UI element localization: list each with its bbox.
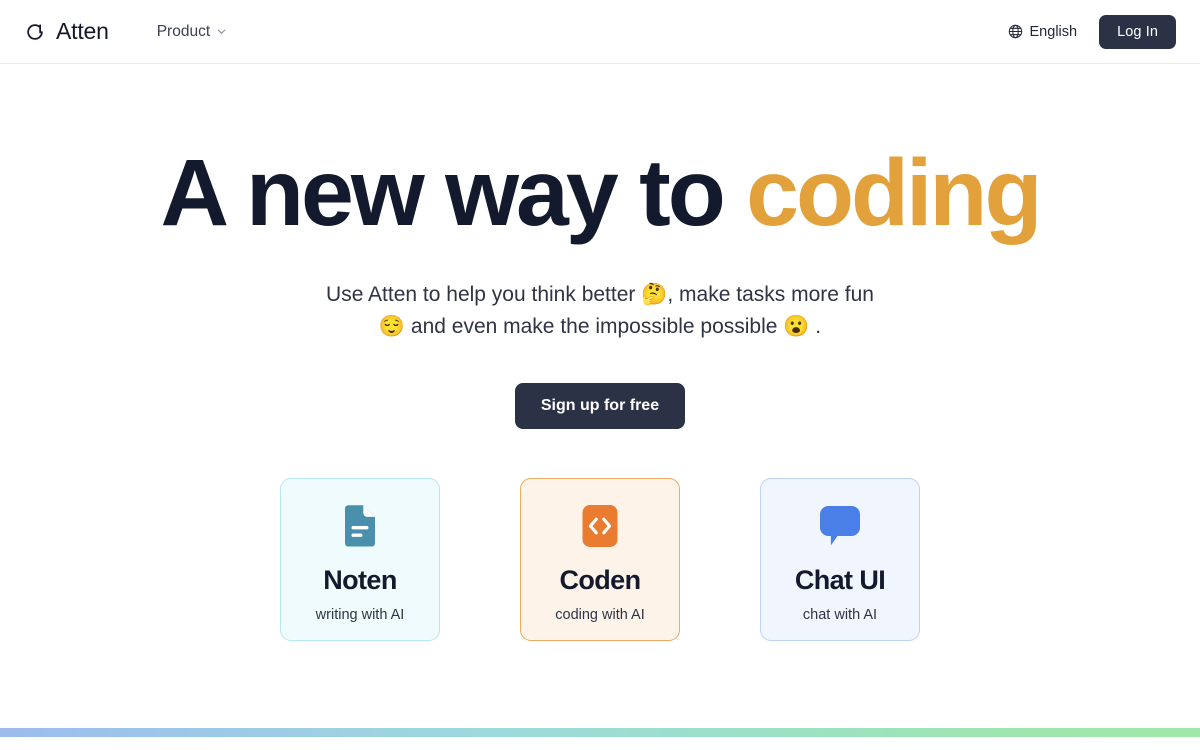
language-selector[interactable]: English bbox=[1008, 23, 1078, 40]
product-card-title: Chat UI bbox=[794, 564, 886, 595]
language-label: English bbox=[1029, 23, 1078, 40]
brand-logo[interactable]: Atten bbox=[24, 18, 109, 45]
hero-subtitle-line-2: 😌 and even make the impossible possible … bbox=[378, 314, 822, 338]
globe-icon bbox=[1008, 24, 1023, 39]
code-brackets-icon bbox=[574, 500, 626, 552]
headline-accent-text: coding bbox=[746, 140, 1042, 246]
product-card-title: Noten bbox=[323, 564, 397, 595]
product-card-coden[interactable]: Coden coding with AI bbox=[520, 477, 680, 641]
product-card-title: Coden bbox=[559, 564, 642, 595]
hero-section: A new way to coding Use Atten to help yo… bbox=[0, 64, 1200, 641]
header-actions: English Log In bbox=[1008, 14, 1176, 49]
footer-gradient-bar bbox=[0, 728, 1200, 737]
signup-button[interactable]: Sign up for free bbox=[514, 382, 686, 429]
nav-item-product[interactable]: Product bbox=[157, 23, 227, 41]
site-header: Atten Product English Log In bbox=[0, 0, 1200, 64]
headline-primary-text: A new way to bbox=[160, 140, 747, 246]
product-card-subtitle: coding with AI bbox=[555, 606, 645, 623]
hero-subtitle-line-1: Use Atten to help you think better 🤔, ma… bbox=[326, 283, 874, 306]
product-cards: Noten writing with AI Coden coding with … bbox=[0, 477, 1200, 641]
speech-bubble-icon bbox=[814, 500, 866, 552]
main-nav: Product bbox=[157, 23, 227, 41]
login-button[interactable]: Log In bbox=[1099, 14, 1176, 49]
page-title: A new way to coding bbox=[0, 146, 1200, 241]
product-card-subtitle: writing with AI bbox=[315, 606, 405, 623]
product-card-noten[interactable]: Noten writing with AI bbox=[280, 477, 440, 641]
chevron-down-icon bbox=[216, 26, 227, 37]
product-card-subtitle: chat with AI bbox=[802, 606, 878, 623]
nav-item-product-label: Product bbox=[156, 22, 211, 40]
document-icon bbox=[334, 500, 386, 552]
cta-container: Sign up for free bbox=[0, 382, 1200, 429]
product-card-chat-ui[interactable]: Chat UI chat with AI bbox=[760, 477, 920, 641]
hero-subtitle: Use Atten to help you think better 🤔, ma… bbox=[280, 279, 920, 343]
atten-logo-mark-icon bbox=[24, 21, 46, 43]
brand-name: Atten bbox=[56, 18, 109, 44]
